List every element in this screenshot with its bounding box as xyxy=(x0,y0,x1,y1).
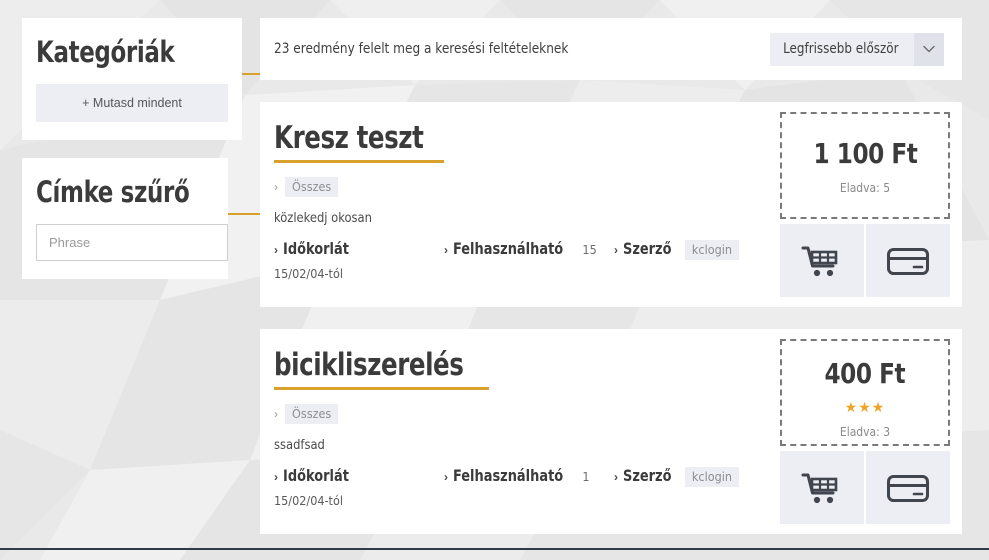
author-badge[interactable]: kclogin xyxy=(684,467,739,487)
result-description: ssadfsad xyxy=(274,437,325,453)
viewport-bottom-border xyxy=(0,548,989,550)
price-box: 1 100 Ft Eladva: 5 xyxy=(780,112,950,219)
time-limit-value: 15/02/04-tól xyxy=(274,493,343,508)
result-card-body: bicikliszerelés › Összes ssadfsad › Idők… xyxy=(260,329,776,534)
chevron-right-icon: › xyxy=(274,470,278,484)
result-category-row: › Összes xyxy=(274,404,758,424)
chevron-right-icon: › xyxy=(614,470,618,484)
time-limit-label: Időkorlát xyxy=(283,466,349,485)
result-category-badge[interactable]: Összes xyxy=(285,177,339,197)
categories-title: Kategóriák xyxy=(36,35,175,69)
rating-stars: ★★★ xyxy=(844,399,886,415)
sort-order-value: Legfrissebb először xyxy=(783,41,900,57)
meta-time-limit: › Időkorlát 15/02/04-tól xyxy=(274,466,444,508)
result-card-side: 1 100 Ft Eladva: 5 xyxy=(776,102,962,307)
add-to-cart-button[interactable] xyxy=(780,224,864,297)
price-value: 1 100 Ft xyxy=(813,136,917,170)
add-to-cart-button[interactable] xyxy=(780,451,864,524)
show-all-categories-button[interactable]: + Mutasd mindent xyxy=(36,84,228,122)
usable-label: Felhasználható xyxy=(453,466,564,485)
price-value: 400 Ft xyxy=(824,357,906,390)
chevron-down-icon xyxy=(914,32,944,66)
results-count-text: 23 eredmény felelt meg a keresési feltét… xyxy=(274,41,569,57)
categories-panel-header: Kategóriák xyxy=(36,32,262,78)
result-card-body: Kresz teszt › Összes közlekedj okosan › … xyxy=(260,102,776,307)
chevron-right-icon: › xyxy=(444,470,448,484)
result-title-link[interactable]: Kresz teszt xyxy=(274,122,424,154)
sidebar: Kategóriák + Mutasd mindent Címke szűrő xyxy=(22,18,262,297)
sold-count-text: Eladva: 5 xyxy=(839,180,891,195)
usable-value: 15 xyxy=(582,242,597,257)
result-card-side: 400 Ft ★★★ Eladva: 3 xyxy=(776,329,962,534)
chevron-right-icon: › xyxy=(614,243,618,257)
time-limit-value: 15/02/04-tól xyxy=(274,266,343,281)
chevron-right-icon: › xyxy=(274,243,278,257)
author-label: Szerző xyxy=(623,239,672,258)
result-title-wrap: Kresz teszt xyxy=(274,122,444,163)
categories-panel: Kategóriák + Mutasd mindent xyxy=(22,18,262,140)
pay-with-card-button[interactable] xyxy=(866,451,950,524)
chevron-right-icon: › xyxy=(274,407,278,421)
tag-filter-title-rule xyxy=(36,213,262,215)
meta-usable: › Felhasználható 15 xyxy=(444,239,614,258)
result-meta-row: › Időkorlát 15/02/04-tól › Felhasználhat… xyxy=(274,466,758,508)
author-label: Szerző xyxy=(623,466,672,485)
result-meta-row: › Időkorlát 15/02/04-tól › Felhasználhat… xyxy=(274,239,758,281)
result-card: bicikliszerelés › Összes ssadfsad › Idők… xyxy=(260,329,962,534)
sold-count-text: Eladva: 3 xyxy=(839,425,891,439)
result-actions xyxy=(780,451,950,524)
page-root: Kategóriák + Mutasd mindent Címke szűrő … xyxy=(0,0,989,560)
shopping-cart-icon xyxy=(801,471,843,505)
result-title-link[interactable]: bicikliszerelés xyxy=(274,349,464,381)
result-card: Kresz teszt › Összes közlekedj okosan › … xyxy=(260,102,962,307)
meta-author: › Szerző kclogin xyxy=(614,466,739,487)
usable-label: Felhasználható xyxy=(453,239,564,258)
result-description: közlekedj okosan xyxy=(274,210,372,226)
sort-order-select[interactable]: Legfrissebb először xyxy=(770,32,944,66)
main-content: 23 eredmény felelt meg a keresési feltét… xyxy=(260,18,962,556)
categories-title-rule xyxy=(36,73,262,75)
shopping-cart-icon xyxy=(801,244,843,278)
tag-filter-panel: Címke szűrő xyxy=(22,158,262,279)
meta-author: › Szerző kclogin xyxy=(614,239,739,260)
result-category-row: › Összes xyxy=(274,177,758,197)
meta-time-limit: › Időkorlát 15/02/04-tól xyxy=(274,239,444,281)
tag-filter-panel-header: Címke szűrő xyxy=(36,172,262,218)
meta-usable: › Felhasználható 1 xyxy=(444,466,614,485)
usable-value: 1 xyxy=(582,469,590,484)
credit-card-icon xyxy=(886,245,930,277)
pay-with-card-button[interactable] xyxy=(866,224,950,297)
results-bar: 23 eredmény felelt meg a keresési feltét… xyxy=(260,18,962,80)
result-actions xyxy=(780,224,950,297)
result-title-wrap: bicikliszerelés xyxy=(274,349,490,390)
price-box: 400 Ft ★★★ Eladva: 3 xyxy=(780,339,950,446)
credit-card-icon xyxy=(886,472,930,504)
author-badge[interactable]: kclogin xyxy=(684,240,739,260)
result-category-badge[interactable]: Összes xyxy=(285,404,339,424)
tag-filter-phrase-input[interactable] xyxy=(36,224,228,261)
time-limit-label: Időkorlát xyxy=(283,239,349,258)
chevron-right-icon: › xyxy=(274,180,278,194)
chevron-right-icon: › xyxy=(444,243,448,257)
tag-filter-title: Címke szűrő xyxy=(36,175,190,209)
